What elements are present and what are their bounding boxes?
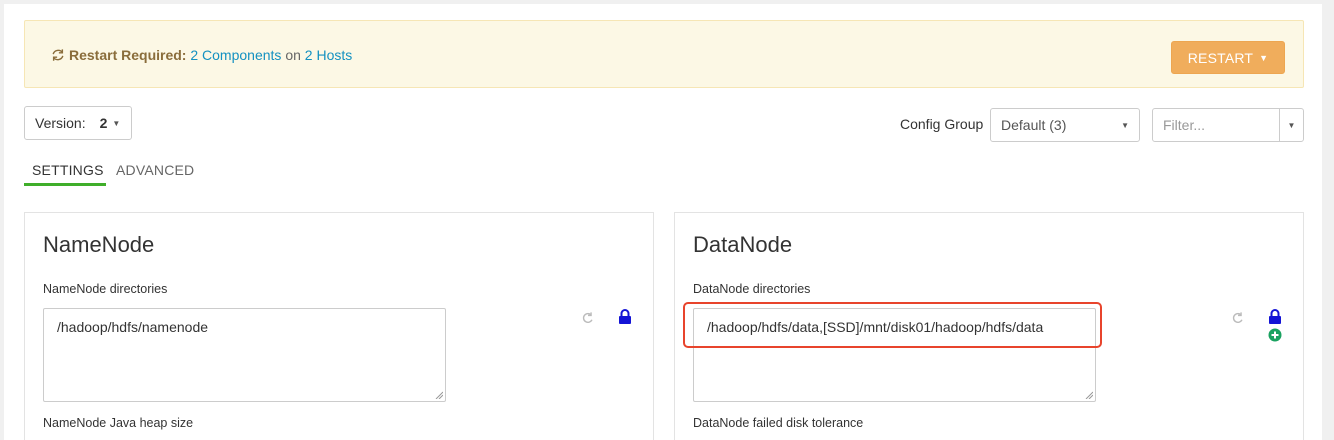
restart-banner: Restart Required: 2 Components on 2 Host… [24, 20, 1304, 88]
tab-advanced[interactable]: ADVANCED [116, 162, 194, 178]
restart-required-label: Restart Required: [69, 47, 187, 63]
filter-dropdown-toggle[interactable]: ▼ [1279, 109, 1303, 141]
caret-down-icon: ▼ [1259, 52, 1269, 63]
plus-circle-icon[interactable] [1268, 328, 1282, 342]
namenode-title: NameNode [43, 232, 155, 257]
restart-button[interactable]: RESTART ▼ [1171, 41, 1285, 74]
datanode-dirs-value: /hadoop/hdfs/data,[SSD]/mnt/disk01/hadoo… [707, 319, 1044, 335]
datanode-failed-disk-label: DataNode failed disk tolerance [693, 416, 864, 430]
namenode-dirs-label: NameNode directories [43, 282, 168, 296]
lock-icon[interactable] [618, 309, 632, 325]
config-page: Restart Required: 2 Components on 2 Host… [4, 4, 1322, 440]
undo-icon[interactable] [1231, 311, 1245, 325]
version-label: Version: [35, 115, 86, 131]
restart-button-label: RESTART [1187, 49, 1254, 66]
datanode-panel: DataNode DataNode directories /hadoop/hd… [674, 212, 1304, 440]
caret-down-icon: ▼ [112, 118, 121, 128]
resize-handle-icon[interactable] [435, 391, 443, 399]
filter-input[interactable] [1153, 109, 1279, 141]
active-tab-indicator [24, 183, 106, 186]
hosts-link[interactable]: 2 Hosts [305, 47, 352, 63]
filter-box: ▼ [1152, 108, 1304, 142]
caret-down-icon: ▼ [1121, 121, 1129, 130]
on-text: on [285, 47, 301, 63]
namenode-dirs-textarea[interactable]: /hadoop/hdfs/namenode [43, 308, 446, 402]
version-value: 2 [99, 115, 108, 131]
resize-handle-icon[interactable] [1085, 391, 1093, 399]
components-link[interactable]: 2 Components [190, 47, 281, 63]
config-group-label: Config Group [900, 116, 984, 132]
restart-message: Restart Required: 2 Components on 2 Host… [51, 47, 352, 63]
datanode-title: DataNode [693, 232, 793, 257]
namenode-heap-label: NameNode Java heap size [43, 416, 194, 430]
config-group-select[interactable]: Default (3) ▼ [990, 108, 1140, 142]
config-group-value: Default (3) [1001, 117, 1067, 133]
caret-down-icon: ▼ [1287, 120, 1296, 130]
tab-settings[interactable]: SETTINGS [32, 162, 104, 178]
namenode-panel: NameNode NameNode directories /hadoop/hd… [24, 212, 654, 440]
refresh-icon [52, 49, 64, 61]
datanode-dirs-label: DataNode directories [693, 282, 811, 296]
namenode-dirs-value: /hadoop/hdfs/namenode [57, 319, 209, 335]
undo-icon[interactable] [581, 311, 595, 325]
lock-icon[interactable] [1268, 309, 1282, 325]
version-dropdown[interactable]: Version: 2 ▼ [24, 106, 132, 140]
datanode-dirs-textarea[interactable]: /hadoop/hdfs/data,[SSD]/mnt/disk01/hadoo… [693, 308, 1096, 402]
